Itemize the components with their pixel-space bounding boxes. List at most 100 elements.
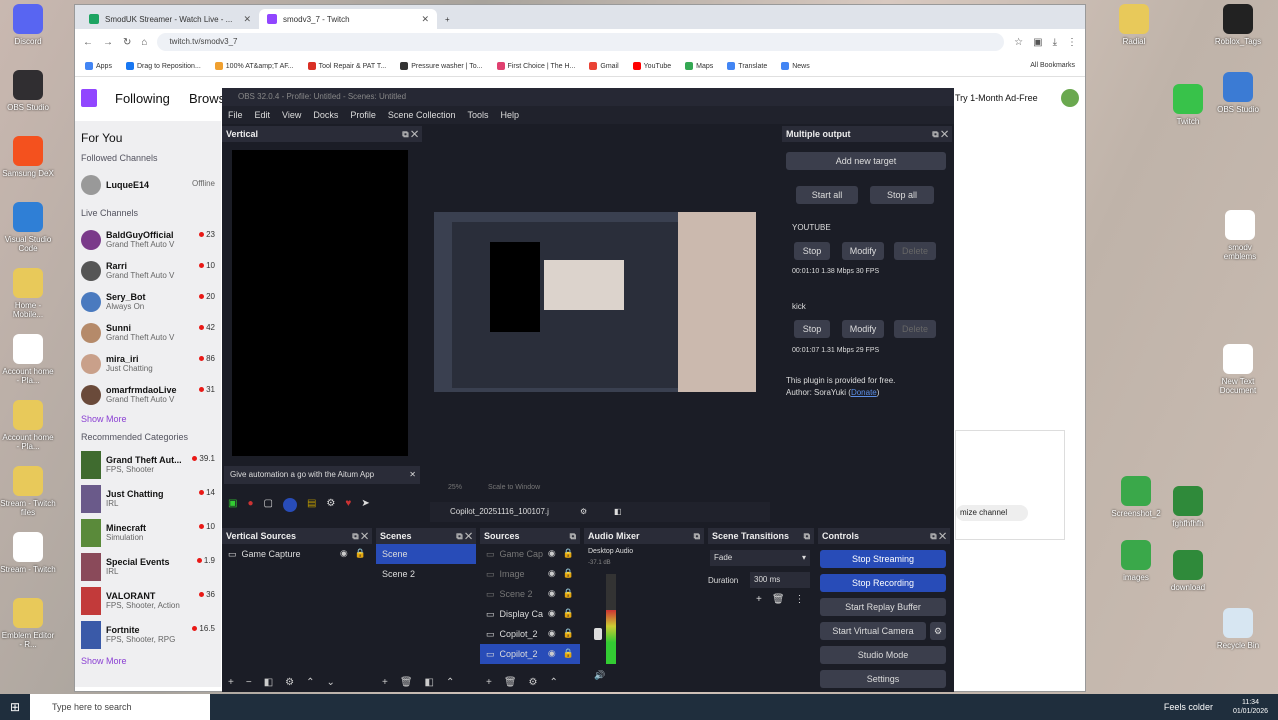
trash-icon[interactable]: 🗑 xyxy=(400,677,413,688)
add-icon[interactable]: + xyxy=(756,594,762,605)
eye-icon[interactable]: ◉ xyxy=(548,568,556,579)
gear-icon[interactable]: ⚙ xyxy=(285,677,294,688)
trash-icon[interactable]: 🗑 xyxy=(504,677,517,688)
live-channel[interactable]: mira_iri Just Chatting 86 xyxy=(81,348,215,379)
record-icon[interactable]: ● xyxy=(247,498,253,512)
trash-icon[interactable]: 🗑 xyxy=(772,594,785,605)
desktop-icon[interactable]: Emblem Editor - R... xyxy=(0,598,56,649)
desktop-icon[interactable]: OBS Studio xyxy=(0,70,56,112)
nav-browse[interactable]: Brows xyxy=(189,91,225,106)
duration-field[interactable]: 300 ms xyxy=(750,572,810,588)
ad-free-link[interactable]: Try 1-Month Ad-Free xyxy=(955,93,1038,103)
show-more-categories-link[interactable]: Show More xyxy=(81,656,215,666)
eye-icon[interactable]: ◉ xyxy=(340,548,348,559)
desktop-icon[interactable]: Stream - Twitch files xyxy=(0,466,56,517)
bookmark-item[interactable]: News xyxy=(781,61,810,70)
desktop-icon[interactable]: Home - Mobile... xyxy=(0,268,56,319)
url-field[interactable]: twitch.tv/smodv3_7 xyxy=(157,33,1005,51)
home-icon[interactable]: ⌂ xyxy=(141,37,147,48)
close-icon[interactable]: ⧉ xyxy=(804,528,810,544)
browser-tab-2[interactable]: smodv3_7 - Twitch ✕ xyxy=(259,9,437,29)
all-bookmarks[interactable]: All Bookmarks xyxy=(1030,62,1075,69)
back-icon[interactable]: ← xyxy=(83,37,93,48)
target-modify-button[interactable]: Modify xyxy=(842,242,884,260)
menu-item[interactable]: Profile xyxy=(350,110,376,120)
eye-icon[interactable]: ◉ xyxy=(548,608,556,619)
add-icon[interactable]: + xyxy=(228,677,234,688)
close-tab-icon[interactable]: ✕ xyxy=(243,14,251,25)
live-channel[interactable]: Rarri Grand Theft Auto V 10 xyxy=(81,255,215,286)
eye-icon[interactable]: ◉ xyxy=(548,628,556,639)
desktop-icon[interactable]: Account home - Pla... xyxy=(0,400,56,451)
desktop-icon[interactable]: New Text Document xyxy=(1210,344,1266,395)
source-item[interactable]: ▭ Copilot_2 ◉ 🔒 xyxy=(480,644,580,664)
live-channel[interactable]: BaldGuyOfficial Grand Theft Auto V 23 xyxy=(81,224,215,255)
lock-icon[interactable]: 🔒 xyxy=(563,608,574,619)
menu-icon[interactable]: ⋮ xyxy=(1067,37,1077,48)
speaker-icon[interactable]: 🔊 xyxy=(594,670,605,681)
source-item[interactable]: ▭ Image ◉ 🔒 xyxy=(480,564,580,584)
category-item[interactable]: Special Events IRL 1.9 xyxy=(81,550,215,584)
extensions-icon[interactable]: ▣ xyxy=(1033,37,1042,48)
source-item[interactable]: ▭ Copilot_2 ◉ 🔒 xyxy=(480,624,580,644)
source-item[interactable]: ▭ Game Cap ◉ 🔒 xyxy=(480,544,580,564)
gear-icon[interactable]: ⚙ xyxy=(529,677,538,688)
desktop-icon[interactable]: Radial xyxy=(1106,4,1162,46)
live-channel[interactable]: omarfrmdaoLive Grand Theft Auto V 31 xyxy=(81,379,215,410)
download-icon[interactable]: ⤓ xyxy=(1053,37,1057,48)
stop-all-button[interactable]: Stop all xyxy=(870,186,934,204)
menu-item[interactable]: Help xyxy=(500,110,519,120)
up-icon[interactable]: ⌃ xyxy=(446,677,454,688)
scene-item[interactable]: Scene 2 xyxy=(376,564,476,584)
add-icon[interactable]: + xyxy=(382,677,388,688)
new-tab-button[interactable]: + xyxy=(437,9,461,29)
twitch-logo-icon[interactable] xyxy=(81,89,97,107)
clock[interactable]: 11:34 01/01/2026 xyxy=(1233,698,1268,716)
lock-icon[interactable]: 🔒 xyxy=(563,628,574,639)
close-icon[interactable]: ⧉ ✕ xyxy=(932,126,948,142)
close-icon[interactable]: ⧉ ✕ xyxy=(402,126,418,142)
eye-icon[interactable]: ◉ xyxy=(548,588,556,599)
customize-channel-button[interactable]: mize channel xyxy=(956,505,1028,521)
live-channel[interactable]: Sery_Bot Always On 20 xyxy=(81,286,215,317)
start-all-button[interactable]: Start all xyxy=(796,186,858,204)
desktop-icon[interactable]: Recycle Bin xyxy=(1210,608,1266,650)
main-preview[interactable] xyxy=(434,212,756,392)
close-icon[interactable]: ⧉ ✕ xyxy=(456,528,472,544)
filter-icon[interactable]: ◧ xyxy=(425,677,434,688)
lock-icon[interactable]: 🔒 xyxy=(563,568,574,579)
lock-icon[interactable]: 🔒 xyxy=(563,588,574,599)
list-item[interactable]: ▭ Game Capture ◉ 🔒 xyxy=(222,544,372,564)
backtrack-icon[interactable]: ▤ xyxy=(307,498,316,512)
menu-item[interactable]: Edit xyxy=(255,110,271,120)
category-item[interactable]: Fortnite FPS, Shooter, RPG 16.5 xyxy=(81,618,215,652)
gear-icon[interactable]: ⚙ xyxy=(326,498,335,512)
menu-item[interactable]: File xyxy=(228,110,243,120)
menu-item[interactable]: Docks xyxy=(313,110,338,120)
close-icon[interactable]: ⧉ ✕ xyxy=(352,528,368,544)
category-item[interactable]: Grand Theft Aut... FPS, Shooter 39.1 xyxy=(81,448,215,482)
eye-icon[interactable]: ◉ xyxy=(548,548,556,559)
up-icon[interactable]: ⌃ xyxy=(550,677,558,688)
reload-icon[interactable]: ↻ xyxy=(123,37,131,48)
category-item[interactable]: Minecraft Simulation 10 xyxy=(81,516,215,550)
desktop-icon[interactable]: Discord xyxy=(0,4,56,46)
bookmark-item[interactable]: Tool Repair & PAT T... xyxy=(307,61,386,70)
more-icon[interactable]: ⋮ xyxy=(795,594,805,605)
bookmark-item[interactable]: Translate xyxy=(727,61,767,70)
stop-recording-button[interactable]: Stop Recording xyxy=(820,574,946,592)
transition-select[interactable]: Fade ▾ xyxy=(710,550,810,566)
avatar[interactable] xyxy=(1061,89,1079,107)
desktop-icon[interactable]: Stream - Twitch xyxy=(0,532,56,574)
menu-item[interactable]: Scene Collection xyxy=(388,110,456,120)
remove-icon[interactable]: − xyxy=(246,677,252,688)
target-delete-button[interactable]: Delete xyxy=(894,320,936,338)
target-delete-button[interactable]: Delete xyxy=(894,242,936,260)
desktop-icon[interactable]: Screenshot_2 xyxy=(1108,476,1164,518)
weather-widget[interactable]: Feels colder xyxy=(1164,702,1213,712)
lock-icon[interactable]: 🔒 xyxy=(563,548,574,559)
bookmark-item[interactable]: Maps xyxy=(685,61,713,70)
desktop-icon[interactable]: Twitch xyxy=(1160,84,1216,126)
target-stop-button[interactable]: Stop xyxy=(794,242,830,260)
desktop-icon[interactable]: Visual Studio Code xyxy=(0,202,56,253)
